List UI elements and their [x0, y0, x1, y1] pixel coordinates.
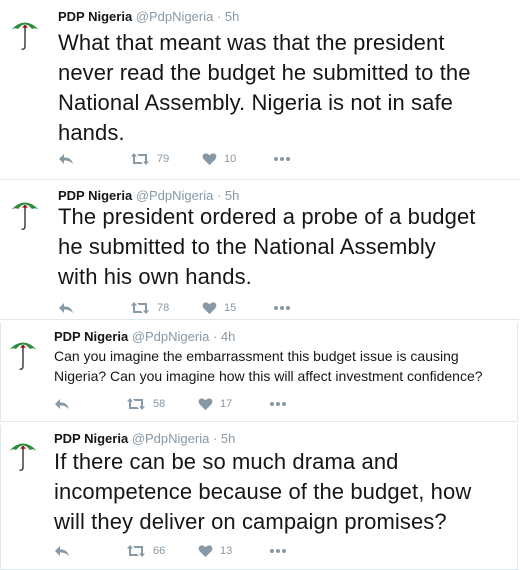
more-icon — [270, 549, 286, 553]
retweet-icon — [131, 302, 149, 314]
retweet-button[interactable]: 78 — [130, 300, 169, 316]
author-name[interactable]: PDP Nigeria — [58, 188, 132, 203]
retweet-count: 79 — [157, 153, 170, 165]
more-button[interactable] — [270, 543, 286, 559]
tweet-text-line: Can you imagine the embarrassment this b… — [54, 348, 459, 364]
retweet-icon — [131, 153, 149, 165]
tweet-header: PDP Nigeria @PdpNigeria · 5h — [54, 431, 235, 447]
avatar[interactable] — [6, 437, 40, 473]
tweet-actions: 58 17 — [54, 396, 354, 412]
tweet-text: The president ordered a probe of a budge… — [58, 202, 476, 292]
tweet-text-line: What that meant was that the president — [58, 30, 445, 55]
reply-icon — [59, 154, 73, 164]
reply-button[interactable] — [58, 151, 74, 167]
more-button[interactable] — [270, 396, 286, 412]
like-button[interactable]: 13 — [198, 543, 232, 559]
author-name[interactable]: PDP Nigeria — [58, 9, 132, 24]
like-count: 13 — [220, 545, 233, 557]
tweet[interactable]: PDP Nigeria @PdpNigeria · 5h If there ca… — [0, 425, 518, 570]
separator: · — [212, 329, 218, 344]
avatar[interactable] — [6, 336, 40, 372]
avatar[interactable] — [8, 196, 42, 232]
author-name[interactable]: PDP Nigeria — [54, 431, 128, 446]
retweet-icon — [127, 545, 145, 557]
reply-icon — [55, 399, 69, 409]
heart-icon — [202, 153, 217, 166]
tweet-text: If there can be so much drama and incomp… — [54, 447, 471, 537]
retweet-icon — [127, 398, 145, 410]
tweet-text: What that meant was that the president n… — [58, 28, 471, 148]
tweet-actions: 66 13 — [54, 543, 354, 559]
tweet-header: PDP Nigeria @PdpNigeria · 4h — [54, 329, 235, 345]
reply-button[interactable] — [54, 543, 70, 559]
heart-icon — [198, 545, 213, 558]
tweet-text-line: hands. — [58, 120, 125, 145]
retweet-count: 78 — [157, 302, 170, 314]
tweet-text-line: The president ordered a probe of a budge… — [58, 204, 476, 229]
retweet-button[interactable]: 66 — [126, 543, 165, 559]
more-icon — [274, 306, 290, 310]
reply-button[interactable] — [54, 396, 70, 412]
author-name[interactable]: PDP Nigeria — [54, 329, 128, 344]
author-handle[interactable]: @PdpNigeria — [132, 329, 210, 344]
reply-icon — [59, 303, 73, 313]
like-button[interactable]: 15 — [202, 300, 236, 316]
tweet-text-line: National Assembly. Nigeria is not in saf… — [58, 90, 453, 115]
pdp-umbrella-logo-icon — [9, 443, 37, 471]
timestamp[interactable]: 5h — [225, 9, 239, 24]
like-count: 10 — [224, 153, 237, 165]
more-icon — [270, 402, 286, 406]
tweet[interactable]: PDP Nigeria @PdpNigeria · 4h Can you ima… — [0, 322, 518, 422]
tweet-text-line: he submitted to the National Assembly — [58, 234, 436, 259]
tweet-actions: 78 15 — [58, 300, 358, 316]
like-button[interactable]: 10 — [202, 151, 236, 167]
tweet-text-line: with his own hands. — [58, 264, 252, 289]
pdp-umbrella-logo-icon — [11, 202, 39, 230]
separator: · — [216, 188, 222, 203]
author-handle[interactable]: @PdpNigeria — [136, 188, 214, 203]
pdp-umbrella-logo-icon — [11, 22, 39, 50]
timestamp[interactable]: 5h — [225, 188, 239, 203]
like-count: 17 — [220, 398, 233, 410]
pdp-umbrella-logo-icon — [9, 342, 37, 370]
tweet-text: Can you imagine the embarrassment this b… — [54, 346, 483, 386]
author-handle[interactable]: @PdpNigeria — [136, 9, 214, 24]
more-button[interactable] — [274, 151, 290, 167]
retweet-button[interactable]: 58 — [126, 396, 165, 412]
like-count: 15 — [224, 302, 237, 314]
separator: · — [216, 9, 222, 24]
tweet[interactable]: PDP Nigeria @PdpNigeria · 5h The preside… — [0, 180, 519, 320]
retweet-count: 66 — [153, 545, 166, 557]
retweet-button[interactable]: 79 — [130, 151, 169, 167]
tweet-text-line: incompetence because of the budget, how — [54, 479, 472, 504]
like-button[interactable]: 17 — [198, 396, 232, 412]
more-button[interactable] — [274, 300, 290, 316]
tweet-text-line: Nigeria? Can you imagine how this will a… — [54, 368, 483, 384]
heart-icon — [202, 302, 217, 315]
reply-button[interactable] — [58, 300, 74, 316]
reply-icon — [55, 546, 69, 556]
tweet-actions: 79 10 — [58, 151, 358, 167]
tweet-text-line: If there can be so much drama and — [54, 449, 399, 474]
heart-icon — [198, 398, 213, 411]
separator: · — [212, 431, 218, 446]
timestamp[interactable]: 4h — [221, 329, 235, 344]
tweet[interactable]: PDP Nigeria @PdpNigeria · 5h What that m… — [0, 0, 519, 180]
timestamp[interactable]: 5h — [221, 431, 235, 446]
tweet-text-line: will they deliver on campaign promises? — [54, 509, 447, 534]
author-handle[interactable]: @PdpNigeria — [132, 431, 210, 446]
retweet-count: 58 — [153, 398, 166, 410]
tweet-header: PDP Nigeria @PdpNigeria · 5h — [58, 9, 239, 25]
avatar[interactable] — [8, 16, 42, 52]
more-icon — [274, 157, 290, 161]
tweet-text-line: never read the budget he submitted to th… — [58, 60, 471, 85]
